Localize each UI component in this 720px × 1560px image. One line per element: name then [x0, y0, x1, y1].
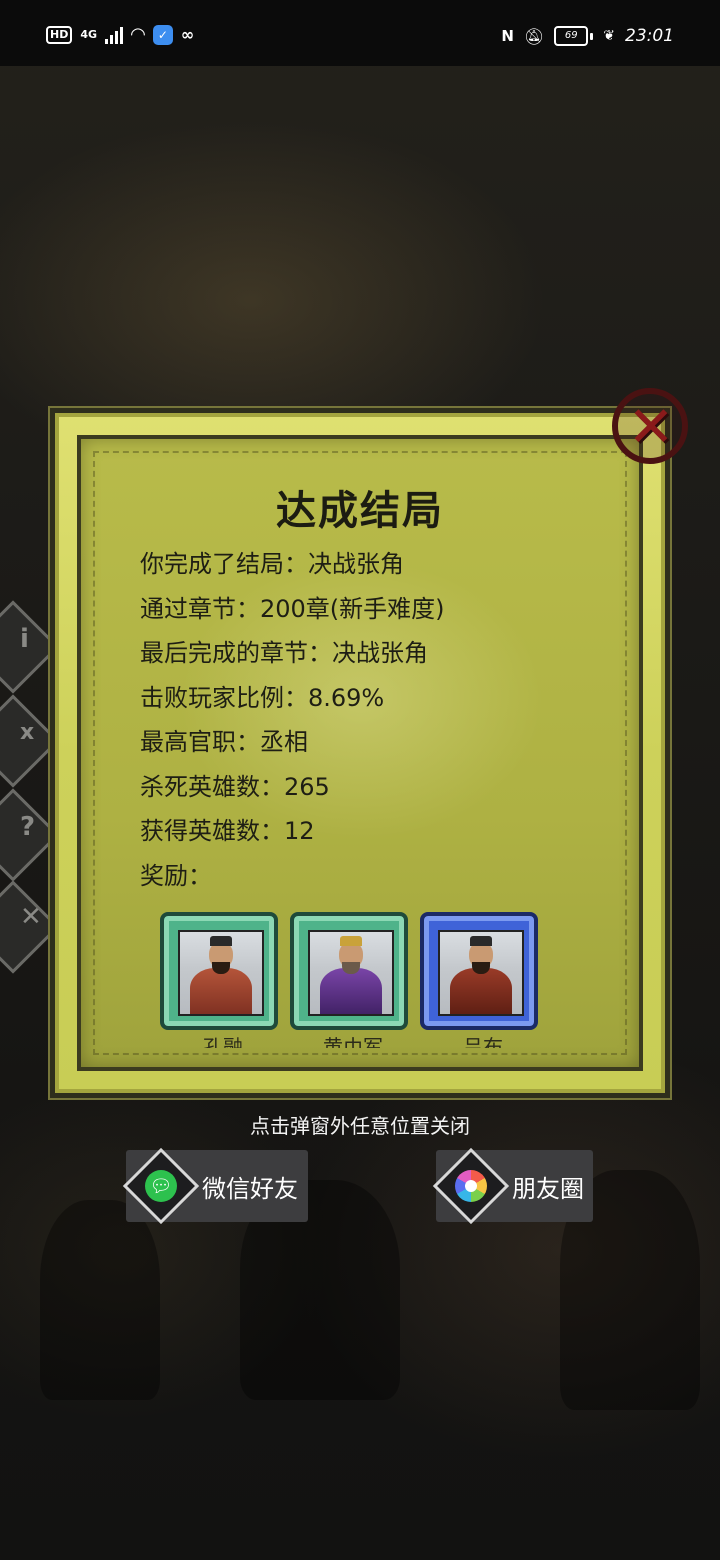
info-last-chapter: 最后完成的章节：决战张角: [140, 639, 428, 667]
info-defeat-ratio: 击败玩家比例：8.69%: [140, 683, 385, 712]
hd-icon: HD: [46, 25, 73, 44]
nfc-icon: N: [501, 27, 514, 45]
info-ending: 你完成了结局：决战张角: [140, 550, 404, 578]
ending-info-list: 你完成了结局：决战张角 通过章节：200章(新手难度) 最后完成的章节：决战张角…: [140, 542, 620, 898]
status-bar: HD 4G ◠ ✓ ∞ N 🔕︎ 69 ❦ 23:01: [0, 0, 720, 66]
share-moments-label: 朋友圈: [512, 1174, 584, 1203]
hero-name: 孔融: [203, 1035, 243, 1048]
info-heroes-obtained: 获得英雄数：12: [140, 817, 315, 845]
dialog-title: 达成结局: [276, 488, 444, 534]
cross-icon: x: [20, 720, 35, 745]
share-moments-button[interactable]: 朋友圈: [432, 1147, 593, 1225]
share-wechat-button[interactable]: 💬︎ 微信好友: [122, 1147, 308, 1225]
status-right: N 🔕︎ 69 ❦ 23:01: [501, 26, 674, 46]
reward-hero-card[interactable]: 吕布: [420, 912, 538, 1048]
link-icon: ∞: [180, 25, 195, 44]
info-chapters: 通过章节：200章(新手难度): [140, 594, 445, 623]
hero-portrait: [178, 930, 264, 1016]
x-icon: ✕: [20, 902, 42, 932]
background-figure: [40, 1200, 160, 1400]
info-icon: i: [20, 624, 29, 654]
reward-list: 孔融 黄巾军 吕布: [160, 912, 538, 1048]
leaf-icon: ❦: [603, 28, 615, 44]
moments-icon: [432, 1147, 510, 1225]
wechat-icon: 💬︎: [122, 1147, 200, 1225]
info-rewards-label: 奖励：: [140, 861, 212, 890]
clock: 23:01: [625, 26, 674, 46]
close-button[interactable]: ✕: [604, 384, 698, 472]
info-heroes-killed: 杀死英雄数：265: [140, 772, 330, 801]
battery-tip: [590, 32, 594, 40]
close-icon: ✕: [627, 395, 675, 460]
battery-level: 69: [554, 26, 589, 46]
hero-name: 吕布: [463, 1035, 503, 1048]
shield-icon: ✓: [152, 24, 173, 45]
hero-portrait: [308, 930, 394, 1016]
network-type: 4G: [80, 28, 98, 41]
help-icon: ?: [20, 812, 36, 842]
battery-icon: 69: [554, 26, 594, 46]
share-wechat-label: 微信好友: [202, 1174, 298, 1203]
wifi-icon: ◠: [131, 24, 145, 45]
signal-icon: [105, 26, 124, 44]
mute-icon: 🔕︎: [523, 26, 545, 46]
hero-portrait: [438, 930, 524, 1016]
info-highest-rank: 最高官职：丞相: [140, 728, 308, 756]
status-left: HD 4G ◠ ✓ ∞: [46, 24, 194, 45]
close-hint: 点击弹窗外任意位置关闭: [250, 1114, 470, 1138]
reward-hero-card[interactable]: 黄巾军: [290, 912, 408, 1048]
hero-name: 黄巾军: [323, 1035, 383, 1048]
reward-hero-card[interactable]: 孔融: [160, 912, 278, 1048]
